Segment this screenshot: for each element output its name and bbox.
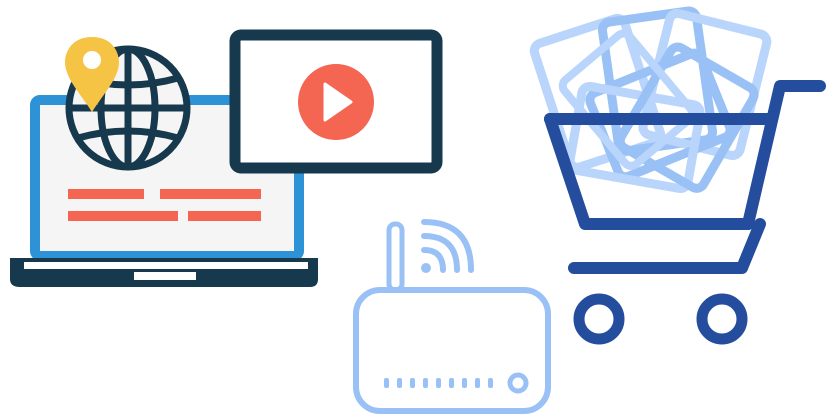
wifi-router-icon: [353, 219, 551, 414]
text-line: [160, 189, 261, 199]
shopping-cart-icon: [544, 80, 826, 345]
text-line: [68, 189, 144, 199]
illustration-scene: [0, 0, 827, 418]
cart-wheel: [696, 293, 748, 345]
laptop-trackpad: [134, 272, 196, 280]
text-line: [188, 211, 261, 221]
wifi-signal-icon: [421, 219, 474, 273]
text-line: [68, 211, 178, 221]
laptop-keyboard-edge: [24, 262, 308, 269]
cart-wheel: [573, 293, 625, 345]
play-icon: [298, 64, 374, 140]
video-player-icon: [229, 29, 443, 174]
illustration-canvas: [10, 6, 826, 414]
router-status-lights: [384, 378, 493, 388]
